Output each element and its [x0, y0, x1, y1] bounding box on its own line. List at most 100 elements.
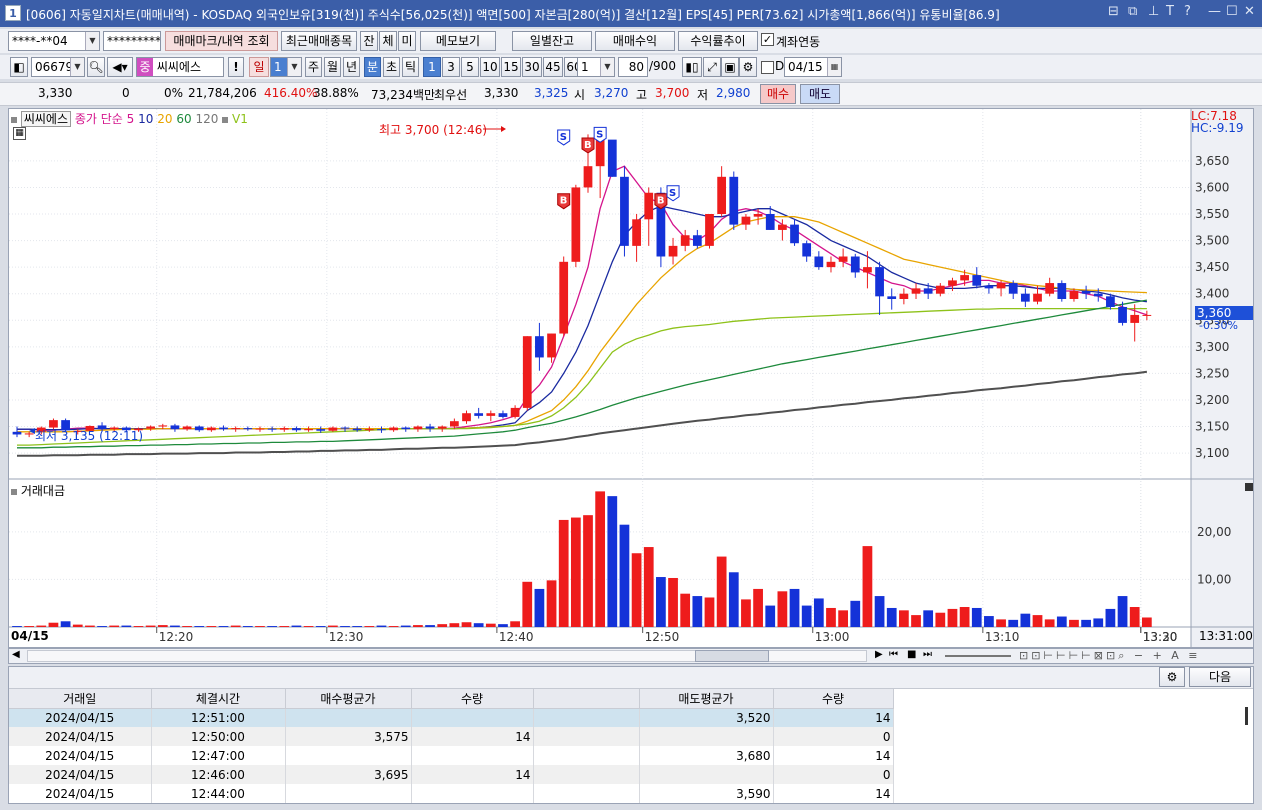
link-icon[interactable]: ⊟: [1108, 4, 1119, 19]
col-sell-avg[interactable]: 매도평균가: [639, 689, 774, 709]
interval-button-15[interactable]: 15: [501, 57, 521, 77]
date-input[interactable]: 04/15 ▦: [784, 57, 842, 77]
volume-bar: [97, 626, 107, 627]
recent-trades-button[interactable]: 최근매매종목: [281, 31, 357, 51]
gear-icon[interactable]: ⚙: [739, 57, 757, 77]
panel-close-icon[interactable]: [1245, 483, 1253, 491]
chevron-down-icon[interactable]: ▼: [85, 32, 99, 50]
date-checkbox[interactable]: [761, 61, 774, 74]
buy-button[interactable]: 매수: [760, 84, 796, 104]
sound-icon[interactable]: ◀︎▾: [107, 57, 133, 77]
tile-icon[interactable]: T: [1166, 4, 1174, 19]
drawing-tools-icon[interactable]: ⊡⊡⊢⊢⊢⊢⊠⊡⌕ − + A ≡: [1019, 649, 1201, 663]
pin-icon[interactable]: ⊥: [1148, 4, 1159, 19]
calendar-icon[interactable]: ▦: [827, 58, 841, 76]
period-week-button[interactable]: 주: [305, 57, 322, 77]
candle-body: [863, 267, 872, 273]
scroll-right-icon[interactable]: ▶: [875, 649, 883, 660]
sell-button[interactable]: 매도: [800, 84, 840, 104]
trend-line-icon[interactable]: ⤢: [703, 57, 721, 77]
volume-tick-label: 20,00: [1197, 525, 1231, 539]
interval-value: 1: [581, 60, 589, 74]
scroll-thumb[interactable]: [695, 650, 769, 662]
period-tick-button[interactable]: 틱: [402, 57, 419, 77]
sell-mark[interactable]: S: [593, 126, 607, 143]
next-button[interactable]: 다음: [1189, 667, 1251, 687]
volume-bar: [315, 626, 326, 627]
stock-code-input[interactable]: 066790 ▼: [31, 57, 85, 77]
table-row[interactable]: 2024/04/15 12:46:00 3,695 14 0: [9, 765, 894, 784]
unfilled-button[interactable]: 미: [398, 31, 416, 51]
sell-mark[interactable]: S: [557, 129, 571, 146]
memo-button[interactable]: 메모보기: [420, 31, 496, 51]
candlestick-chart[interactable]: 3,6503,6003,5503,5003,4503,4003,3503,300…: [9, 109, 1253, 647]
col-sell-qty[interactable]: 수량: [773, 689, 894, 709]
sell-mark[interactable]: S: [666, 185, 680, 202]
period-year-button[interactable]: 년: [343, 57, 360, 77]
rewind-icon[interactable]: ⏮: [889, 649, 898, 660]
minimize-icon[interactable]: —: [1208, 4, 1221, 19]
trade-mark-button[interactable]: 매매마크/내역 조회: [165, 31, 278, 51]
table-row[interactable]: 2024/04/15 12:51:00 3,520 14: [9, 708, 894, 727]
executed-button[interactable]: 체: [379, 31, 397, 51]
interval-button-5[interactable]: 5: [461, 57, 479, 77]
col-exec-time[interactable]: 체결시간: [151, 689, 286, 709]
volume-bar: [449, 623, 460, 627]
buy-mark[interactable]: B: [557, 193, 571, 210]
scroll-left-icon[interactable]: ◀: [12, 649, 20, 660]
chevron-down-icon[interactable]: ▼: [70, 58, 84, 76]
account-toolbar: ****-**04 ▼ ********* 매매마크/내역 조회 최근매매종목 잔…: [0, 29, 1262, 53]
chevron-down-icon[interactable]: ▼: [287, 58, 301, 76]
chart-panel[interactable]: 3,650 3,600 3,550 3,500 3,450 3,400 3,350 3,300…: [8, 108, 1254, 648]
col-buy-qty[interactable]: 수량: [411, 689, 534, 709]
chart-scrollbar[interactable]: ◀ ▶ ⏮ ■ ⏭ ⊡⊡⊢⊢⊢⊢⊠⊡⌕ − + A ≡: [8, 648, 1254, 664]
interval-button-3[interactable]: 3: [442, 57, 460, 77]
interval-button-45[interactable]: 45: [543, 57, 563, 77]
period-day-button[interactable]: 일: [249, 57, 269, 77]
buy-mark[interactable]: B: [654, 193, 668, 210]
stock-name-field[interactable]: 중 씨씨에스: [136, 57, 224, 77]
interval-select[interactable]: 1 ▼: [577, 57, 615, 77]
period-second-button[interactable]: 초: [383, 57, 400, 77]
speed-slider[interactable]: [945, 655, 1011, 657]
help-icon[interactable]: ?: [1184, 4, 1191, 19]
period-month-button[interactable]: 월: [324, 57, 341, 77]
period-number-select[interactable]: 1 ▼: [270, 57, 302, 77]
volume-bar: [182, 626, 192, 627]
maximize-icon[interactable]: ☐: [1226, 4, 1238, 19]
interval-button-30[interactable]: 30: [522, 57, 542, 77]
password-field[interactable]: *********: [103, 31, 161, 51]
return-trend-button[interactable]: 수익률추이: [678, 31, 758, 51]
col-buy-avg[interactable]: 매수평균가: [285, 689, 412, 709]
interval-button-10[interactable]: 10: [480, 57, 500, 77]
period-minute-button[interactable]: 분: [364, 57, 381, 77]
interval-button-1[interactable]: 1: [423, 57, 441, 77]
buy-mark[interactable]: B: [581, 137, 595, 154]
account-select[interactable]: ****-**04 ▼: [8, 31, 100, 51]
gear-icon[interactable]: ⚙: [1159, 667, 1185, 687]
table-scrollbar[interactable]: [1245, 707, 1248, 725]
chart-type-icon[interactable]: ◧: [10, 57, 28, 77]
balance-button[interactable]: 잔: [360, 31, 378, 51]
alert-button[interactable]: !: [228, 57, 244, 77]
account-link-checkbox[interactable]: ✓: [761, 33, 774, 46]
ma120-label: 120: [195, 112, 219, 126]
trade-profit-button[interactable]: 매매수익: [595, 31, 675, 51]
bar-count-input[interactable]: 80: [618, 57, 648, 77]
candle-style-icon[interactable]: ▮▯: [682, 57, 702, 77]
search-icon[interactable]: 🔍︎: [87, 57, 105, 77]
table-row[interactable]: 2024/04/15 12:44:00 3,590 14: [9, 784, 894, 803]
daily-balance-button[interactable]: 일별잔고: [512, 31, 592, 51]
chart-stock-label[interactable]: 씨씨에스: [20, 111, 71, 127]
table-row[interactable]: 2024/04/15 12:47:00 3,680 14: [9, 746, 894, 765]
table-row[interactable]: 2024/04/15 12:50:00 3,575 14 0: [9, 727, 894, 746]
fast-forward-icon[interactable]: ⏭: [923, 649, 932, 660]
chevron-down-icon[interactable]: ▼: [600, 58, 614, 76]
volume-bar: [911, 615, 921, 627]
copy-window-icon[interactable]: ⧉: [1128, 4, 1137, 19]
col-trade-date[interactable]: 거래일: [9, 689, 152, 709]
close-icon[interactable]: ✕: [1244, 4, 1255, 19]
save-icon[interactable]: ▣: [721, 57, 739, 77]
stop-icon[interactable]: ■: [907, 649, 916, 660]
grid-table-icon[interactable]: ▦: [13, 127, 26, 140]
